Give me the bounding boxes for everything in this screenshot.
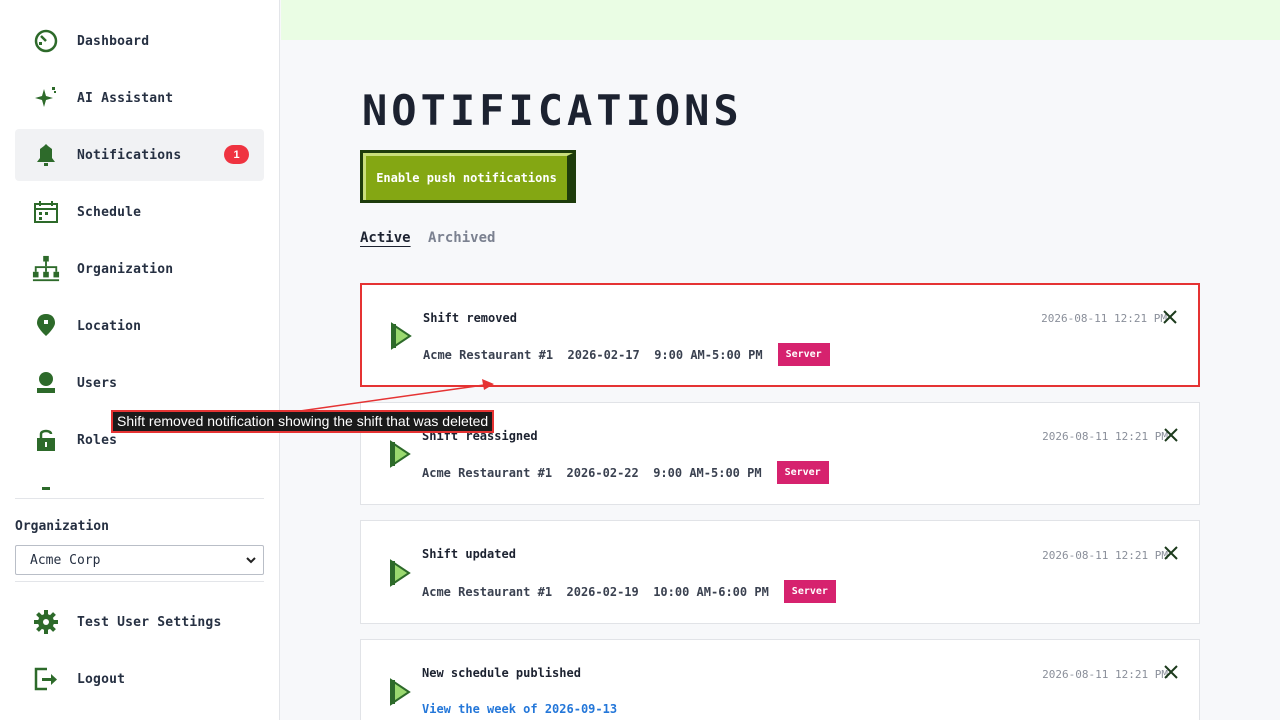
notification-time: 9:00 AM-5:00 PM <box>653 465 762 480</box>
close-icon[interactable] <box>1162 309 1178 325</box>
sidebar-item-location[interactable]: Location <box>15 300 264 352</box>
notification-title: New schedule published <box>422 666 581 680</box>
logout-icon <box>32 665 60 693</box>
notification-date: 2026-02-19 <box>566 584 639 599</box>
play-arrow-icon <box>388 678 412 706</box>
sidebar-item-notifications[interactable]: Notifications 1 <box>15 129 264 181</box>
page-title: NOTIFICATIONS <box>362 86 743 135</box>
close-icon[interactable] <box>1163 427 1179 443</box>
role-tag: Server <box>777 343 830 366</box>
sidebar-item-users[interactable]: Users <box>15 357 264 409</box>
notification-title: Shift removed <box>423 311 517 325</box>
chevron-down-icon <box>245 554 257 570</box>
sidebar-item-label: Roles <box>77 432 118 448</box>
sidebar-item-label: Logout <box>77 671 126 687</box>
close-icon[interactable] <box>1163 545 1179 561</box>
notification-timestamp: 2026-08-11 12:21 PM <box>1041 312 1167 325</box>
sidebar-item-label: Notifications <box>77 147 182 163</box>
play-arrow-icon <box>388 559 412 587</box>
notification-location: Acme Restaurant #1 <box>422 465 553 480</box>
sidebar-item-label: Dashboard <box>77 33 150 49</box>
dashboard-icon <box>32 27 60 55</box>
sidebar-item-ai-assistant[interactable]: AI Assistant <box>15 72 264 124</box>
notification-location: Acme Restaurant #1 <box>423 347 554 362</box>
gear-icon <box>32 608 60 636</box>
organization-label: Organization <box>15 519 109 534</box>
organization-select[interactable]: Acme Corp <box>15 545 264 575</box>
tab-archived[interactable]: Archived <box>428 230 495 246</box>
annotation-label: Shift removed notification showing the s… <box>111 410 495 433</box>
notification-location: Acme Restaurant #1 <box>422 584 553 599</box>
sidebar-item-logout[interactable]: Logout <box>15 653 264 705</box>
sidebar-item-label: Organization <box>77 261 174 277</box>
notification-details: Acme Restaurant #1 2026-02-19 10:00 AM-6… <box>422 580 836 603</box>
org-chart-icon <box>32 255 60 283</box>
sidebar-item-label: Location <box>77 318 142 334</box>
sidebar-divider <box>15 498 264 499</box>
sidebar-item-schedule[interactable]: Schedule <box>15 186 264 238</box>
lock-icon <box>32 426 60 454</box>
organization-selected-value: Acme Corp <box>30 552 101 568</box>
enable-push-notifications-label: Enable push notifications <box>363 153 573 200</box>
role-tag: Server <box>783 580 836 603</box>
notification-card: Shift updated Acme Restaurant #1 2026-02… <box>360 520 1200 624</box>
notification-card: New schedule published View the week of … <box>360 639 1200 720</box>
notification-date: 2026-02-17 <box>567 347 640 362</box>
calendar-icon <box>32 198 60 226</box>
enable-push-notifications-button[interactable]: Enable push notifications <box>360 150 576 203</box>
location-pin-icon <box>32 312 60 340</box>
bell-icon <box>32 141 60 169</box>
sparkle-icon <box>32 84 60 112</box>
notification-time: 9:00 AM-5:00 PM <box>654 347 763 362</box>
view-week-link[interactable]: View the week of 2026-09-13 <box>422 702 617 716</box>
notification-details: Acme Restaurant #1 2026-02-22 9:00 AM-5:… <box>422 461 829 484</box>
notification-time: 10:00 AM-6:00 PM <box>653 584 769 599</box>
sidebar-item-partial[interactable] <box>15 471 264 490</box>
role-tag: Server <box>776 461 829 484</box>
notification-timestamp: 2026-08-11 12:21 PM <box>1042 549 1168 562</box>
notification-timestamp: 2026-08-11 12:21 PM <box>1042 668 1168 681</box>
sidebar-item-label: Users <box>77 375 118 391</box>
tab-active[interactable]: Active <box>360 230 411 246</box>
close-icon[interactable] <box>1163 664 1179 680</box>
notification-card: Shift removed Acme Restaurant #1 2026-02… <box>360 283 1200 387</box>
user-icon <box>32 369 60 397</box>
sidebar: Dashboard AI Assistant Notifications 1 S… <box>0 0 280 720</box>
briefcase-icon <box>32 483 60 490</box>
play-arrow-icon <box>388 440 412 468</box>
sidebar-item-settings[interactable]: Test User Settings <box>15 596 264 648</box>
play-arrow-icon <box>389 322 413 350</box>
sidebar-item-label: Schedule <box>77 204 142 220</box>
sidebar-item-dashboard[interactable]: Dashboard <box>15 15 264 67</box>
notification-timestamp: 2026-08-11 12:21 PM <box>1042 430 1168 443</box>
notification-title: Shift updated <box>422 547 516 561</box>
notification-count-badge: 1 <box>224 145 249 164</box>
sidebar-item-label: AI Assistant <box>77 90 174 106</box>
notification-details: Acme Restaurant #1 2026-02-17 9:00 AM-5:… <box>423 343 830 366</box>
top-banner <box>281 0 1280 40</box>
notification-date: 2026-02-22 <box>566 465 639 480</box>
sidebar-item-organization[interactable]: Organization <box>15 243 264 295</box>
sidebar-divider <box>15 581 264 582</box>
sidebar-item-label: Test User Settings <box>77 614 222 630</box>
